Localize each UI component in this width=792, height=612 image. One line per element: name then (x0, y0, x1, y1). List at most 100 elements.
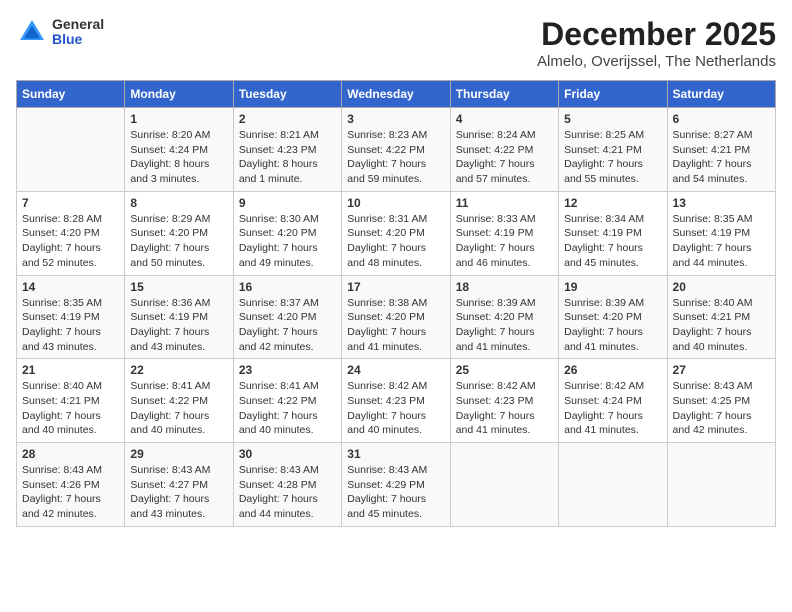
calendar-cell: 14 Sunrise: 8:35 AM Sunset: 4:19 PM Dayli… (17, 275, 125, 359)
weekday-header-sunday: Sunday (17, 81, 125, 108)
logo-general: General (52, 17, 104, 32)
day-number: 17 (347, 280, 444, 294)
weekday-header-saturday: Saturday (667, 81, 775, 108)
calendar-cell: 21 Sunrise: 8:40 AM Sunset: 4:21 PM Dayli… (17, 359, 125, 443)
day-number: 30 (239, 447, 336, 461)
day-detail: Sunrise: 8:31 AM Sunset: 4:20 PM Dayligh… (347, 213, 427, 269)
calendar-cell: 7 Sunrise: 8:28 AM Sunset: 4:20 PM Daylig… (17, 191, 125, 275)
day-detail: Sunrise: 8:35 AM Sunset: 4:19 PM Dayligh… (22, 297, 102, 353)
day-number: 23 (239, 363, 336, 377)
calendar-table: SundayMondayTuesdayWednesdayThursdayFrid… (16, 80, 776, 527)
day-detail: Sunrise: 8:36 AM Sunset: 4:19 PM Dayligh… (130, 297, 210, 353)
day-number: 19 (564, 280, 661, 294)
day-number: 12 (564, 196, 661, 210)
day-detail: Sunrise: 8:43 AM Sunset: 4:26 PM Dayligh… (22, 464, 102, 520)
day-detail: Sunrise: 8:39 AM Sunset: 4:20 PM Dayligh… (564, 297, 644, 353)
day-detail: Sunrise: 8:42 AM Sunset: 4:24 PM Dayligh… (564, 380, 644, 436)
page-title: December 2025 (537, 16, 776, 53)
calendar-cell: 28 Sunrise: 8:43 AM Sunset: 4:26 PM Dayli… (17, 443, 125, 527)
calendar-cell: 5 Sunrise: 8:25 AM Sunset: 4:21 PM Daylig… (559, 108, 667, 192)
calendar-cell: 13 Sunrise: 8:35 AM Sunset: 4:19 PM Dayli… (667, 191, 775, 275)
calendar-cell: 10 Sunrise: 8:31 AM Sunset: 4:20 PM Dayli… (342, 191, 450, 275)
page-header: General Blue December 2025 Almelo, Overi… (16, 16, 776, 70)
calendar-cell: 8 Sunrise: 8:29 AM Sunset: 4:20 PM Daylig… (125, 191, 233, 275)
calendar-cell: 24Sunrise: 8:42 AM Sunset: 4:23 PM Dayli… (342, 359, 450, 443)
day-number: 5 (564, 112, 661, 126)
calendar-cell: 6Sunrise: 8:27 AM Sunset: 4:21 PM Daylig… (667, 108, 775, 192)
calendar-week-4: 21 Sunrise: 8:40 AM Sunset: 4:21 PM Dayli… (17, 359, 776, 443)
day-number: 18 (456, 280, 553, 294)
calendar-cell (450, 443, 558, 527)
day-detail: Sunrise: 8:21 AM Sunset: 4:23 PM Dayligh… (239, 129, 319, 185)
day-detail: Sunrise: 8:41 AM Sunset: 4:22 PM Dayligh… (239, 380, 319, 436)
calendar-cell: 17 Sunrise: 8:38 AM Sunset: 4:20 PM Dayli… (342, 275, 450, 359)
day-detail: Sunrise: 8:42 AM Sunset: 4:23 PM Dayligh… (456, 380, 536, 436)
weekday-header-wednesday: Wednesday (342, 81, 450, 108)
calendar-cell: 15 Sunrise: 8:36 AM Sunset: 4:19 PM Dayli… (125, 275, 233, 359)
day-number: 14 (22, 280, 119, 294)
day-detail: Sunrise: 8:40 AM Sunset: 4:21 PM Dayligh… (22, 380, 102, 436)
day-number: 28 (22, 447, 119, 461)
weekday-header-friday: Friday (559, 81, 667, 108)
day-detail: Sunrise: 8:43 AM Sunset: 4:27 PM Dayligh… (130, 464, 210, 520)
calendar-cell: 19 Sunrise: 8:39 AM Sunset: 4:20 PM Dayli… (559, 275, 667, 359)
title-block: December 2025 Almelo, Overijssel, The Ne… (537, 16, 776, 70)
day-detail: Sunrise: 8:40 AM Sunset: 4:21 PM Dayligh… (673, 297, 753, 353)
weekday-header-thursday: Thursday (450, 81, 558, 108)
day-detail: Sunrise: 8:42 AM Sunset: 4:23 PM Dayligh… (347, 380, 427, 436)
calendar-cell (17, 108, 125, 192)
day-detail: Sunrise: 8:39 AM Sunset: 4:20 PM Dayligh… (456, 297, 536, 353)
calendar-cell: 25Sunrise: 8:42 AM Sunset: 4:23 PM Dayli… (450, 359, 558, 443)
day-number: 8 (130, 196, 227, 210)
day-number: 4 (456, 112, 553, 126)
calendar-cell: 4 Sunrise: 8:24 AM Sunset: 4:22 PM Daylig… (450, 108, 558, 192)
calendar-cell: 2Sunrise: 8:21 AM Sunset: 4:23 PM Daylig… (233, 108, 341, 192)
day-number: 1 (130, 112, 227, 126)
day-number: 20 (673, 280, 770, 294)
calendar-cell: 20 Sunrise: 8:40 AM Sunset: 4:21 PM Dayli… (667, 275, 775, 359)
calendar-cell: 22Sunrise: 8:41 AM Sunset: 4:22 PM Dayli… (125, 359, 233, 443)
calendar-week-2: 7 Sunrise: 8:28 AM Sunset: 4:20 PM Daylig… (17, 191, 776, 275)
day-detail: Sunrise: 8:38 AM Sunset: 4:20 PM Dayligh… (347, 297, 427, 353)
calendar-week-3: 14 Sunrise: 8:35 AM Sunset: 4:19 PM Dayli… (17, 275, 776, 359)
logo-icon (16, 16, 48, 48)
calendar-cell: 18 Sunrise: 8:39 AM Sunset: 4:20 PM Dayli… (450, 275, 558, 359)
day-number: 29 (130, 447, 227, 461)
calendar-cell: 16 Sunrise: 8:37 AM Sunset: 4:20 PM Dayli… (233, 275, 341, 359)
weekday-header-row: SundayMondayTuesdayWednesdayThursdayFrid… (17, 81, 776, 108)
day-detail: Sunrise: 8:35 AM Sunset: 4:19 PM Dayligh… (673, 213, 753, 269)
day-number: 26 (564, 363, 661, 377)
day-detail: Sunrise: 8:30 AM Sunset: 4:20 PM Dayligh… (239, 213, 319, 269)
day-number: 10 (347, 196, 444, 210)
weekday-header-monday: Monday (125, 81, 233, 108)
day-number: 21 (22, 363, 119, 377)
day-detail: Sunrise: 8:29 AM Sunset: 4:20 PM Dayligh… (130, 213, 210, 269)
day-number: 9 (239, 196, 336, 210)
day-number: 13 (673, 196, 770, 210)
calendar-cell: 12Sunrise: 8:34 AM Sunset: 4:19 PM Dayli… (559, 191, 667, 275)
calendar-cell: 26 Sunrise: 8:42 AM Sunset: 4:24 PM Dayli… (559, 359, 667, 443)
logo-blue: Blue (52, 32, 104, 47)
calendar-cell: 1 Sunrise: 8:20 AM Sunset: 4:24 PM Daylig… (125, 108, 233, 192)
calendar-cell: 30Sunrise: 8:43 AM Sunset: 4:28 PM Dayli… (233, 443, 341, 527)
day-detail: Sunrise: 8:37 AM Sunset: 4:20 PM Dayligh… (239, 297, 319, 353)
day-detail: Sunrise: 8:20 AM Sunset: 4:24 PM Dayligh… (130, 129, 210, 185)
weekday-header-tuesday: Tuesday (233, 81, 341, 108)
day-detail: Sunrise: 8:24 AM Sunset: 4:22 PM Dayligh… (456, 129, 536, 185)
calendar-cell: 31Sunrise: 8:43 AM Sunset: 4:29 PM Dayli… (342, 443, 450, 527)
day-detail: Sunrise: 8:25 AM Sunset: 4:21 PM Dayligh… (564, 129, 644, 185)
day-detail: Sunrise: 8:28 AM Sunset: 4:20 PM Dayligh… (22, 213, 102, 269)
logo-text: General Blue (52, 17, 104, 48)
day-number: 16 (239, 280, 336, 294)
day-number: 27 (673, 363, 770, 377)
day-detail: Sunrise: 8:41 AM Sunset: 4:22 PM Dayligh… (130, 380, 210, 436)
day-detail: Sunrise: 8:23 AM Sunset: 4:22 PM Dayligh… (347, 129, 427, 185)
day-number: 15 (130, 280, 227, 294)
day-detail: Sunrise: 8:27 AM Sunset: 4:21 PM Dayligh… (673, 129, 753, 185)
calendar-week-1: 1 Sunrise: 8:20 AM Sunset: 4:24 PM Daylig… (17, 108, 776, 192)
day-number: 7 (22, 196, 119, 210)
calendar-cell: 23 Sunrise: 8:41 AM Sunset: 4:22 PM Dayli… (233, 359, 341, 443)
calendar-cell: 27Sunrise: 8:43 AM Sunset: 4:25 PM Dayli… (667, 359, 775, 443)
day-number: 3 (347, 112, 444, 126)
calendar-cell: 11Sunrise: 8:33 AM Sunset: 4:19 PM Dayli… (450, 191, 558, 275)
